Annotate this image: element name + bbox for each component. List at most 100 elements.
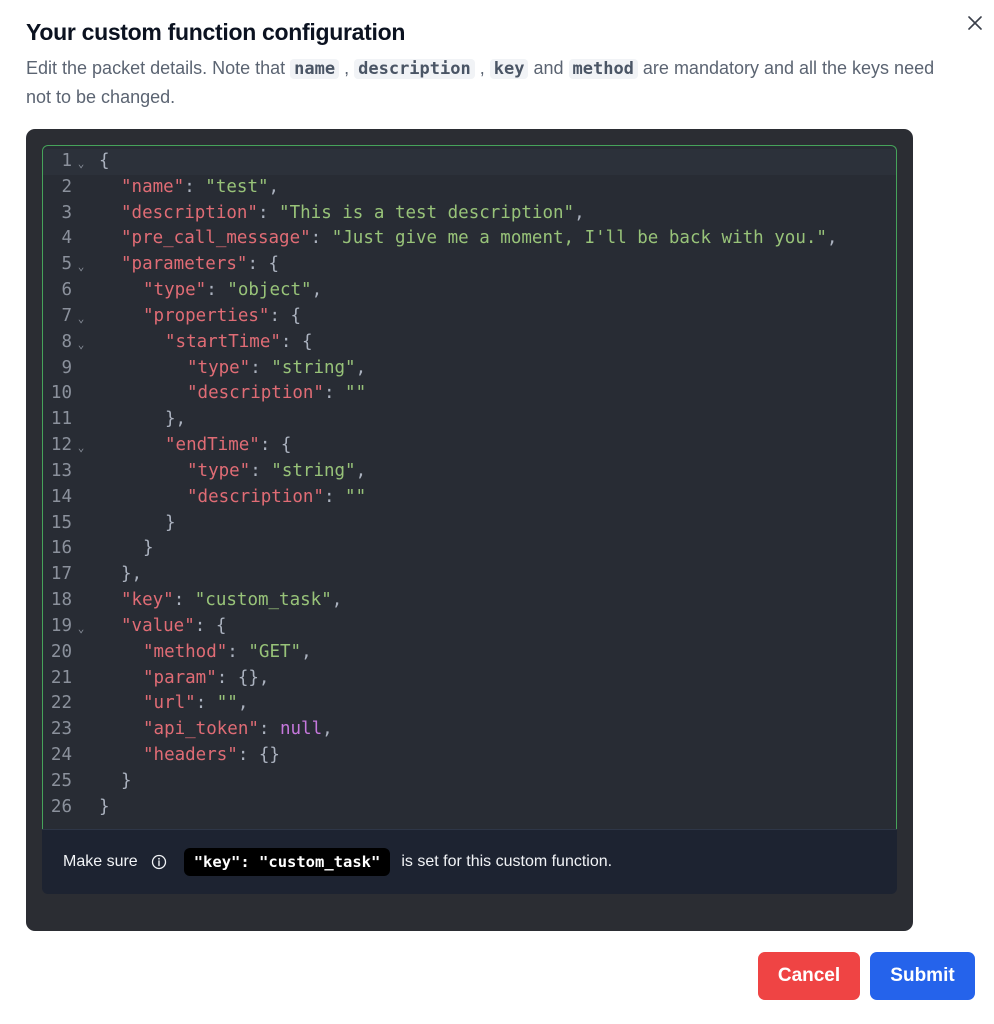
code-line[interactable]: 7 ⌄ "properties": { xyxy=(43,304,896,330)
code-content: "url": "", xyxy=(99,691,248,717)
code-line[interactable]: 12 ⌄ "endTime": { xyxy=(43,433,896,459)
json-punctuation-token: : xyxy=(227,641,249,662)
code-line[interactable]: 1 ⌄ { xyxy=(43,149,896,175)
code-line[interactable]: 16} xyxy=(43,536,896,562)
chevron-down-icon[interactable]: ⌄ xyxy=(75,306,87,332)
chevron-down-icon[interactable]: ⌄ xyxy=(75,151,87,177)
code-line[interactable]: 6 "type": "object", xyxy=(43,278,896,304)
description-separator: , xyxy=(339,58,355,78)
editor-footer: Make sure "key": "custom_task" is set fo… xyxy=(42,829,897,894)
chevron-down-icon[interactable]: ⌄ xyxy=(75,616,87,642)
json-punctuation-token: : xyxy=(323,486,346,507)
code-line[interactable]: 10 "description": "" xyxy=(43,381,896,407)
code-line[interactable]: 5 ⌄ "parameters": { xyxy=(43,252,896,278)
make-sure-label: Make sure xyxy=(63,853,138,870)
code-content: } xyxy=(99,511,176,537)
line-number: 2 xyxy=(61,176,72,197)
json-string-token: "string" xyxy=(271,460,356,481)
code-line[interactable]: 18 "key": "custom_task", xyxy=(43,588,896,614)
line-number: 3 xyxy=(61,202,72,223)
description-separator: , xyxy=(474,58,490,78)
description-text: and xyxy=(528,58,569,78)
json-punctuation-token: }, xyxy=(121,564,143,585)
json-punctuation-token: : { xyxy=(269,305,302,326)
json-string-token: "Just give me a moment, I'll be back wit… xyxy=(331,228,827,249)
dialog-description: Edit the packet details. Note that name … xyxy=(26,54,946,111)
json-key-token: "key" xyxy=(121,590,174,611)
code-line[interactable]: 15} xyxy=(43,511,896,537)
chevron-down-icon[interactable]: ⌄ xyxy=(75,332,87,358)
close-icon xyxy=(968,16,982,30)
json-key-token: "method" xyxy=(143,641,228,662)
json-string-token: "custom_task" xyxy=(194,590,332,611)
close-button[interactable] xyxy=(962,10,988,36)
json-punctuation-token: : xyxy=(258,719,280,740)
json-punctuation-token: , xyxy=(355,460,367,481)
code-content: "description": "This is a test descripti… xyxy=(99,201,585,227)
json-punctuation-token: : { xyxy=(259,435,292,456)
code-line[interactable]: 2 "name": "test", xyxy=(43,175,896,201)
json-key-token: "value" xyxy=(121,615,195,636)
line-number: 16 xyxy=(50,538,72,559)
json-punctuation-token: : xyxy=(184,176,206,197)
code-line[interactable]: 26} xyxy=(43,795,896,821)
json-punctuation-token: : { xyxy=(280,331,313,352)
code-line[interactable]: 19 ⌄ "value": { xyxy=(43,614,896,640)
code-content: "type": "object", xyxy=(99,278,322,304)
submit-button[interactable]: Submit xyxy=(870,952,975,1000)
code-line[interactable]: 22 "url": "", xyxy=(43,691,896,717)
code-content: "method": "GET", xyxy=(99,640,312,666)
code-line[interactable]: 13 "type": "string", xyxy=(43,459,896,485)
line-number: 6 xyxy=(61,280,72,301)
code-line[interactable]: 11}, xyxy=(43,407,896,433)
chevron-down-icon[interactable]: ⌄ xyxy=(75,435,87,461)
code-content: "value": { xyxy=(99,614,226,640)
json-punctuation-token: } xyxy=(99,796,110,817)
code-content: } xyxy=(99,536,154,562)
line-number: 24 xyxy=(50,745,72,766)
info-icon[interactable] xyxy=(151,854,167,870)
line-number: 11 xyxy=(50,409,72,430)
code-line[interactable]: 4 "pre_call_message": "Just give me a mom… xyxy=(43,226,896,252)
json-code-editor[interactable]: 1 ⌄{2 "name": "test", 3 "description": "This… xyxy=(42,145,897,843)
line-number: 12 xyxy=(50,435,72,456)
json-punctuation-token: , xyxy=(331,590,343,611)
json-punctuation-token: : {} xyxy=(237,745,280,766)
code-line[interactable]: 3 "description": "This is a test descript… xyxy=(43,201,896,227)
json-punctuation-token: , xyxy=(322,719,333,740)
json-key-token: "type" xyxy=(187,357,251,378)
code-content: "api_token": null, xyxy=(99,717,333,743)
json-punctuation-token: } xyxy=(121,770,132,791)
code-line[interactable]: 23 "api_token": null, xyxy=(43,717,896,743)
json-punctuation-token: : xyxy=(250,460,272,481)
json-key-token: "startTime" xyxy=(165,331,281,352)
code-content: { xyxy=(99,149,110,175)
cancel-button[interactable]: Cancel xyxy=(758,952,860,1000)
json-key-token: "headers" xyxy=(143,745,238,766)
code-line[interactable]: 9 "type": "string", xyxy=(43,356,896,382)
code-line[interactable]: 21 "param": {}, xyxy=(43,666,896,692)
json-key-token: "description" xyxy=(187,383,324,404)
json-string-token: "This is a test description" xyxy=(279,202,575,223)
chevron-down-icon[interactable]: ⌄ xyxy=(75,254,87,280)
line-number: 13 xyxy=(50,460,72,481)
json-null-token: null xyxy=(279,719,323,740)
json-string-token: "string" xyxy=(271,357,356,378)
line-number: 15 xyxy=(50,512,72,533)
code-line[interactable]: 17}, xyxy=(43,562,896,588)
line-number: 8 xyxy=(61,331,72,352)
code-line[interactable]: 20 "method": "GET", xyxy=(43,640,896,666)
json-punctuation-token: , xyxy=(237,693,249,714)
json-punctuation-token: : xyxy=(310,228,332,249)
code-content: "description": "" xyxy=(99,381,366,407)
code-content: "properties": { xyxy=(99,304,301,330)
code-line[interactable]: 25} xyxy=(43,769,896,795)
code-content: "endTime": { xyxy=(99,433,291,459)
footer-note: Make sure "key": "custom_task" is set fo… xyxy=(63,846,612,878)
code-line[interactable]: 14 "description": "" xyxy=(43,485,896,511)
code-content: "parameters": { xyxy=(99,252,279,278)
json-string-token: "object" xyxy=(227,280,312,301)
code-line[interactable]: 8 ⌄ "startTime": { xyxy=(43,330,896,356)
line-number: 23 xyxy=(50,719,72,740)
code-line[interactable]: 24 "headers": {} xyxy=(43,743,896,769)
